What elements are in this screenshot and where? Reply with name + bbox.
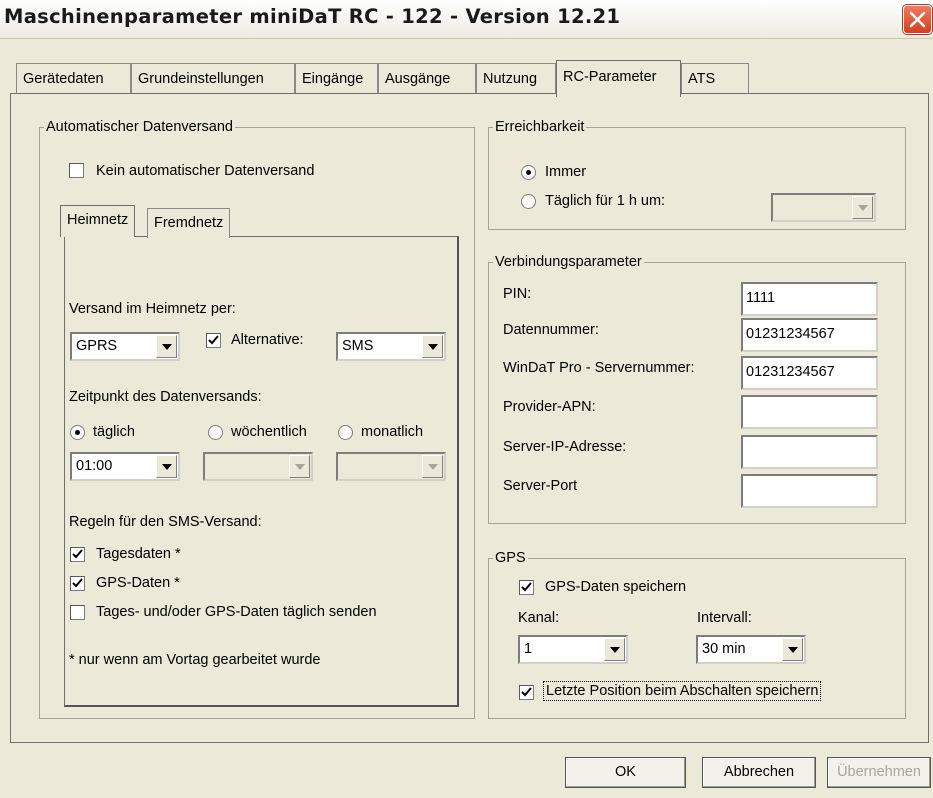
checkmark-icon (208, 335, 219, 345)
servernummer-label: WinDaT Pro - Servernummer: (503, 360, 695, 376)
tab-geraetedaten[interactable]: Gerätedaten (16, 63, 131, 94)
chevron-down-icon[interactable] (604, 638, 625, 661)
kein-datenversand-checkbox[interactable] (69, 163, 84, 178)
radio-woechentlich[interactable] (208, 425, 223, 440)
subtab-fremdnetz[interactable]: Fremdnetz (147, 208, 231, 238)
radio-taeglich[interactable] (70, 425, 85, 440)
radio-taeglich-label[interactable]: täglich (93, 423, 135, 441)
tagesdaten-label[interactable]: Tagesdaten * (96, 545, 181, 563)
group-title-erreichbarkeit: Erreichbarkeit (493, 118, 587, 136)
close-icon (909, 11, 926, 28)
radio-woechentlich-label[interactable]: wöchentlich (231, 423, 307, 441)
server-port-label: Server-Port (503, 478, 578, 494)
group-title-verbindungsparameter: Verbindungsparameter (493, 253, 644, 271)
radio-immer-label[interactable]: Immer (545, 163, 586, 181)
server-port-input[interactable] (741, 474, 878, 508)
time-select[interactable]: 01:00 (70, 452, 180, 481)
chevron-down-icon[interactable] (782, 638, 803, 661)
chevron-down-icon[interactable] (156, 335, 177, 358)
tab-grundeinstellungen[interactable]: Grundeinstellungen (131, 63, 295, 94)
tab-ats[interactable]: ATS (681, 63, 749, 94)
checkmark-icon (72, 578, 83, 588)
versand-select[interactable]: GPRS (70, 332, 180, 361)
close-button[interactable] (903, 5, 932, 34)
tab-ausgaenge[interactable]: Ausgänge (378, 63, 476, 94)
versand-label: Versand im Heimnetz per: (69, 301, 236, 317)
datennummer-value: 01231234567 (746, 326, 835, 342)
letzte-position-checkbox[interactable] (519, 685, 534, 700)
radio-immer[interactable] (521, 165, 536, 180)
kanal-value: 1 (524, 641, 533, 657)
tab-rc-parameter[interactable]: RC-Parameter (556, 60, 681, 97)
gpsdaten-label[interactable]: GPS-Daten * (96, 574, 180, 592)
server-ip-input[interactable] (741, 435, 878, 469)
taeglich-senden-label[interactable]: Tages- und/oder GPS-Daten täglich senden (96, 603, 377, 621)
gps-speichern-checkbox[interactable] (519, 580, 534, 595)
woechentlich-select[interactable] (203, 452, 313, 481)
alternative-label: Alternative: (231, 332, 304, 348)
pin-value: 1111 (746, 290, 776, 306)
chevron-down-icon[interactable] (156, 455, 177, 478)
alternative-select[interactable]: SMS (336, 332, 446, 361)
datennummer-input[interactable]: 01231234567 (741, 318, 878, 352)
server-ip-label: Server-IP-Adresse: (503, 439, 627, 455)
gps-speichern-label[interactable]: GPS-Daten speichern (545, 578, 686, 596)
group-title-gps: GPS (493, 549, 528, 567)
letzte-position-label[interactable]: Letzte Position beim Abschalten speicher… (543, 681, 822, 701)
footnote: * nur wenn am Vortag gearbeitet wurde (69, 652, 321, 668)
pin-input[interactable]: 1111 (741, 282, 878, 316)
taeglich-senden-checkbox[interactable] (70, 605, 85, 620)
alternative-checkbox[interactable] (206, 333, 221, 348)
intervall-label: Intervall: (697, 610, 752, 626)
alternative-value: SMS (342, 338, 374, 354)
intervall-select[interactable]: 30 min (696, 635, 806, 664)
chevron-down-icon[interactable] (852, 196, 873, 219)
checkmark-icon (521, 687, 532, 697)
apn-input[interactable] (741, 395, 878, 429)
title-bar[interactable]: Maschinenparameter miniDaT RC - 122 - Ve… (0, 0, 933, 39)
versand-value: GPRS (76, 338, 118, 354)
erreichbarkeit-time-select[interactable] (771, 193, 876, 222)
time-value: 01:00 (76, 458, 113, 474)
radio-monatlich[interactable] (338, 425, 353, 440)
tagesdaten-checkbox[interactable] (70, 547, 85, 562)
apn-label: Provider-APN: (503, 399, 596, 415)
pin-label: PIN: (503, 286, 532, 302)
uebernehmen-button[interactable]: Übernehmen (827, 757, 931, 788)
subtab-heimnetz[interactable]: Heimnetz (60, 205, 136, 237)
chevron-down-icon[interactable] (422, 455, 443, 478)
datennummer-label: Datennummer: (503, 322, 599, 338)
monatlich-select[interactable] (336, 452, 446, 481)
dialog-window: Maschinenparameter miniDaT RC - 122 - Ve… (0, 0, 933, 798)
gpsdaten-checkbox[interactable] (70, 576, 85, 591)
checkmark-icon (521, 582, 532, 592)
ok-button[interactable]: OK (565, 757, 686, 788)
servernummer-value: 01231234567 (746, 364, 835, 380)
radio-taeglich-1h[interactable] (521, 194, 536, 209)
servernummer-input[interactable]: 01231234567 (741, 356, 878, 390)
kein-datenversand-label[interactable]: Kein automatischer Datenversand (96, 162, 314, 180)
tab-nutzung[interactable]: Nutzung (476, 63, 556, 94)
window-title: Maschinenparameter miniDaT RC - 122 - Ve… (4, 5, 621, 28)
chevron-down-icon[interactable] (422, 335, 443, 358)
chevron-down-icon[interactable] (289, 455, 310, 478)
zeitpunkt-label: Zeitpunkt des Datenversands: (69, 389, 262, 405)
tab-eingaenge[interactable]: Eingänge (295, 63, 378, 94)
abbrechen-button[interactable]: Abbrechen (702, 757, 816, 788)
radio-monatlich-label[interactable]: monatlich (361, 423, 423, 441)
radio-taeglich-1h-label[interactable]: Täglich für 1 h um: (545, 192, 665, 210)
checkmark-icon (72, 549, 83, 559)
kanal-select[interactable]: 1 (518, 635, 628, 664)
intervall-value: 30 min (702, 641, 746, 657)
kanal-label: Kanal: (518, 610, 560, 626)
group-title-datenversand: Automatischer Datenversand (44, 118, 235, 136)
regeln-label: Regeln für den SMS-Versand: (69, 514, 262, 530)
